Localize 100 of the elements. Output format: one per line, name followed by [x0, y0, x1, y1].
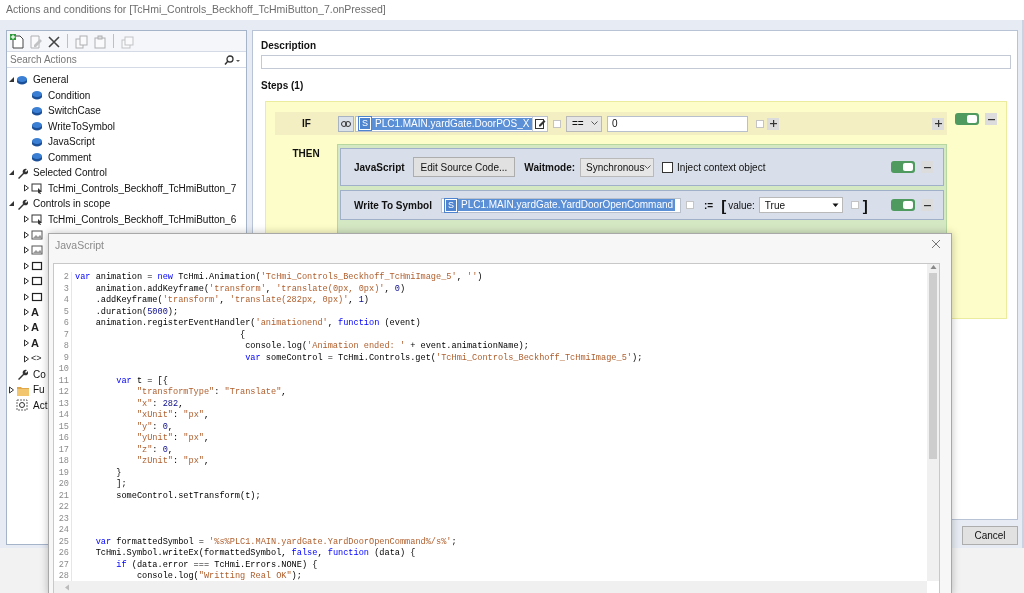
- line-number: 11: [54, 375, 72, 387]
- dropdown-value: True: [764, 199, 786, 211]
- remove-button[interactable]: [921, 199, 933, 211]
- tree-item[interactable]: Fu: [33, 384, 45, 396]
- line-number: 24: [54, 525, 72, 537]
- tree-item[interactable]: Co: [33, 368, 46, 380]
- expander-icon[interactable]: [23, 184, 30, 193]
- expander-icon[interactable]: [23, 292, 30, 301]
- line-number: 19: [54, 467, 72, 479]
- code-line: "xUnit": "px",: [135, 410, 210, 422]
- tree-item[interactable]: Controls in scope: [33, 198, 111, 210]
- square-handle-icon: [685, 201, 694, 209]
- code-line: var t = [{: [115, 375, 168, 387]
- line-number: 26: [54, 548, 72, 560]
- tree-item[interactable]: SwitchCase: [48, 105, 101, 117]
- expander-icon[interactable]: [23, 261, 30, 270]
- description-field[interactable]: [261, 55, 1011, 69]
- expander-icon[interactable]: [8, 76, 15, 84]
- code-line: someControl.setTransform(t);: [115, 490, 261, 502]
- code-line: ];: [115, 479, 127, 491]
- line-number: 20: [54, 479, 72, 491]
- close-bracket: ]: [862, 197, 868, 213]
- operator-value: ==: [572, 118, 584, 129]
- expander-icon[interactable]: [23, 246, 30, 255]
- expander-icon[interactable]: [23, 215, 30, 224]
- plus-icon: [934, 120, 942, 127]
- value-dropdown[interactable]: True: [758, 197, 843, 213]
- square-icon: [31, 275, 43, 288]
- open-bracket: [: [721, 197, 727, 213]
- tree-item[interactable]: Condition: [48, 89, 91, 101]
- code-line: var formattedSymbol = '%s%PLC1.MAIN.yardGate.YardDoorOpenCommand%/s%';: [94, 536, 457, 548]
- value-label: value:: [728, 199, 755, 211]
- scrollbar-thumb[interactable]: [929, 273, 937, 459]
- line-number: 7: [54, 329, 72, 341]
- symbol-field[interactable]: S PLC1.MAIN.yardGate.YardDoorOpenCommand: [440, 197, 681, 213]
- tree-item[interactable]: JavaScript: [48, 136, 95, 148]
- add-button[interactable]: [767, 117, 779, 130]
- window-title: Actions and conditions for [TcHmi_Controls_Beckhoff_TcHmiButton_7.onPressed]: [5, 2, 387, 17]
- delete-icon[interactable]: [46, 33, 61, 49]
- cursor-box-icon: [31, 213, 43, 226]
- disk-icon: [31, 120, 43, 133]
- code-line: "yUnit": "px",: [135, 433, 210, 445]
- code-line: "zUnit": "px",: [135, 456, 210, 468]
- vertical-scrollbar[interactable]: [927, 264, 939, 581]
- tree-item[interactable]: Selected Control: [33, 167, 107, 179]
- expander-icon[interactable]: [8, 169, 15, 177]
- code-line: .addKeyframe('transform', 'translate(282px, 0px)', 1): [94, 295, 370, 307]
- toggle-switch[interactable]: [891, 199, 915, 211]
- steps-label: Steps (1): [261, 79, 305, 93]
- waitmode-dropdown[interactable]: Synchronous: [580, 157, 655, 177]
- search-field[interactable]: Search Actions: [10, 54, 224, 65]
- cursor-box-icon: [31, 182, 43, 195]
- add-button[interactable]: [932, 117, 944, 130]
- expander-icon[interactable]: [8, 200, 15, 208]
- tree-item[interactable]: Act: [33, 399, 48, 411]
- expander-icon[interactable]: [23, 339, 30, 348]
- expander-icon[interactable]: [23, 277, 30, 286]
- code-line: "x": 282,: [135, 398, 184, 410]
- horizontal-scrollbar[interactable]: [54, 581, 927, 593]
- code-line: animation.registerEventHandler('animationend', function (event): [94, 318, 421, 330]
- line-number: 21: [54, 490, 72, 502]
- expander-icon[interactable]: [23, 354, 30, 363]
- edit-source-button[interactable]: Edit Source Code...: [412, 157, 516, 177]
- checkbox-label: Inject context object: [677, 161, 766, 173]
- expander-icon[interactable]: [8, 385, 15, 394]
- toggle-switch[interactable]: [955, 113, 979, 125]
- tree-item[interactable]: TcHmi_Controls_Beckhoff_TcHmiButton_6: [48, 213, 237, 225]
- expander-icon[interactable]: [23, 308, 30, 317]
- line-number: 3: [54, 283, 72, 295]
- operator-dropdown[interactable]: ==: [566, 115, 602, 132]
- letter-icon: A: [31, 306, 39, 318]
- square-handle-icon: [850, 201, 859, 209]
- tree-item[interactable]: TcHmi_Controls_Beckhoff_TcHmiButton_7: [48, 182, 237, 194]
- edit-icon[interactable]: [534, 118, 546, 129]
- remove-button[interactable]: [985, 113, 997, 125]
- value-field[interactable]: 0: [607, 115, 748, 132]
- cancel-button[interactable]: Cancel: [962, 526, 1018, 545]
- new-document-icon[interactable]: [10, 33, 25, 49]
- toggle-switch[interactable]: [891, 161, 915, 173]
- link-button[interactable]: [338, 115, 354, 132]
- close-icon[interactable]: [931, 239, 941, 249]
- then-label: THEN: [291, 147, 321, 161]
- tree-item[interactable]: General: [33, 74, 69, 86]
- code-line: {: [239, 329, 246, 341]
- tree-item[interactable]: Comment: [48, 151, 92, 163]
- line-number: 17: [54, 444, 72, 456]
- line-number: 15: [54, 421, 72, 433]
- code-line: animation.addKeyframe('transform', 'translate(0px, 0px)', 0): [94, 283, 406, 295]
- checkbox[interactable]: [662, 161, 674, 173]
- remove-button[interactable]: [921, 161, 933, 173]
- square-icon: [31, 259, 43, 272]
- symbol-field[interactable]: S PLC1.MAIN.yardGate.DoorPOS_X: [355, 115, 548, 132]
- code-line: .duration(5000);: [94, 306, 179, 318]
- scroll-up-icon[interactable]: [929, 264, 937, 270]
- expander-icon[interactable]: [23, 323, 30, 332]
- target-icon: [16, 399, 28, 412]
- waitmode-value: Synchronous: [586, 161, 645, 173]
- disk-icon: [31, 151, 43, 164]
- tree-item[interactable]: WriteToSymbol: [48, 120, 116, 132]
- expander-icon[interactable]: [23, 230, 30, 239]
